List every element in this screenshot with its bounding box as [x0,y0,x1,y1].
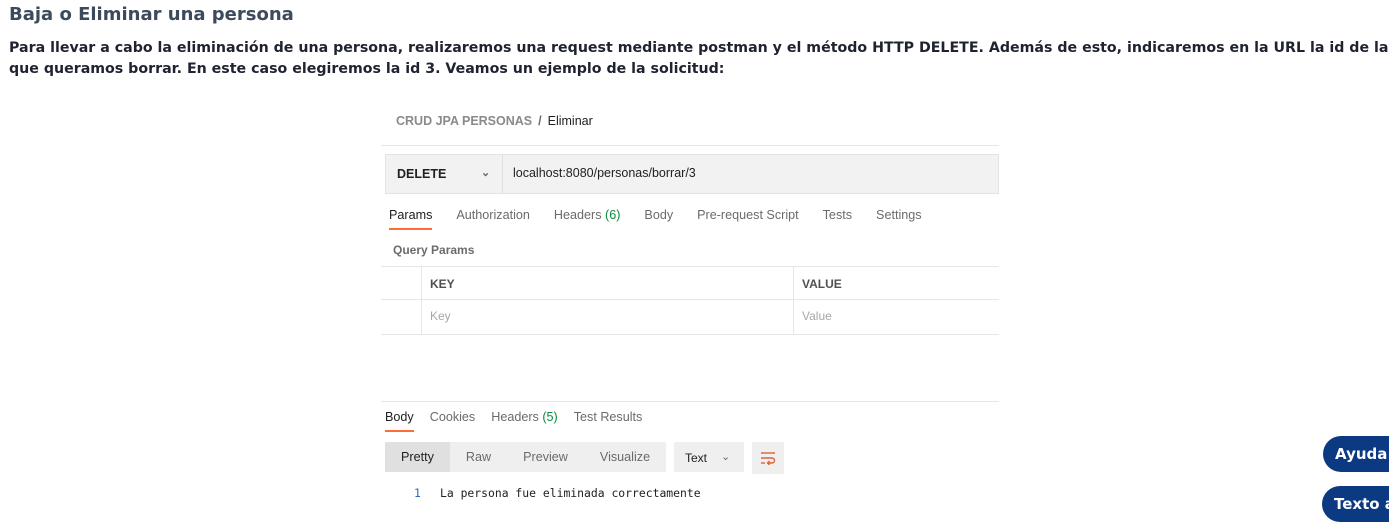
divider [381,145,999,146]
intro-paragraph: Para llevar a cabo la eliminación de una… [9,38,1389,80]
divider [381,401,999,402]
key-header: KEY [430,277,455,291]
format-visualize[interactable]: Visualize [584,442,666,472]
breadcrumb-current: Eliminar [547,114,593,128]
wrap-lines-icon [761,452,776,465]
text-button[interactable]: Texto a [1322,486,1389,522]
postman-screenshot: CRUD JPA PERSONAS / Eliminar DELETE ⌄ loca… [381,102,999,528]
response-tab-body[interactable]: Body [385,410,414,432]
tab-params[interactable]: Params [389,208,433,234]
line-number: 1 [414,486,421,500]
format-raw[interactable]: Raw [450,442,507,472]
format-preview[interactable]: Preview [507,442,584,472]
breadcrumb-collection[interactable]: CRUD JPA PERSONAS [396,114,532,128]
method-label: DELETE [397,167,447,181]
method-select[interactable]: DELETE ⌄ [386,155,503,193]
response-headers-count: (5) [542,410,558,424]
breadcrumb-separator: / [538,114,542,128]
url-input[interactable]: localhost:8080/personas/borrar/3 [513,166,696,180]
tab-body[interactable]: Body [644,208,673,234]
tab-tests[interactable]: Tests [823,208,852,234]
column-divider [793,267,794,334]
breadcrumb: CRUD JPA PERSONAS / Eliminar [396,114,593,128]
response-text: La persona fue eliminada correctamente [440,486,701,500]
format-toggle: Pretty Raw Preview Visualize [385,442,667,472]
tab-pre-request-script[interactable]: Pre-request Script [697,208,799,234]
tab-authorization[interactable]: Authorization [456,208,530,234]
page-title: Baja o Eliminar una persona [9,4,294,25]
chevron-down-icon: ⌄ [721,451,731,463]
chevron-down-icon: ⌄ [481,167,491,179]
page: Baja o Eliminar una persona Para llevar … [0,0,1389,528]
value-input[interactable]: Value [802,309,832,323]
key-input[interactable]: Key [430,309,451,323]
response-tabs: Body Cookies Headers (5) Test Results [385,410,658,432]
headers-count: (6) [605,208,621,222]
request-tabs: Params Authorization Headers (6) Body Pr… [389,208,946,234]
format-pretty[interactable]: Pretty [385,442,450,472]
wrap-lines-button[interactable] [752,442,784,474]
response-tab-headers[interactable]: Headers (5) [491,410,558,424]
query-params-table: KEY VALUE Key Value [381,266,999,335]
tab-headers[interactable]: Headers (6) [554,208,621,234]
query-params-title: Query Params [393,243,475,257]
help-button[interactable]: Ayuda [1323,436,1389,472]
url-bar: DELETE ⌄ localhost:8080/personas/borrar/… [385,154,999,194]
response-type-select[interactable]: Text ⌄ [674,442,744,472]
table-row-divider [381,299,999,300]
response-tab-cookies[interactable]: Cookies [430,410,476,424]
response-type-label: Text [685,451,708,465]
response-code-line: 1 La persona fue eliminada correctamente [414,486,701,500]
value-header: VALUE [802,277,842,291]
intro-line-1: Para llevar a cabo la eliminación de una… [9,40,1389,56]
column-divider [421,267,422,334]
response-tab-test-results[interactable]: Test Results [574,410,643,424]
intro-line-2: que queramos borrar. En este caso elegir… [9,61,725,77]
tab-settings[interactable]: Settings [876,208,922,234]
